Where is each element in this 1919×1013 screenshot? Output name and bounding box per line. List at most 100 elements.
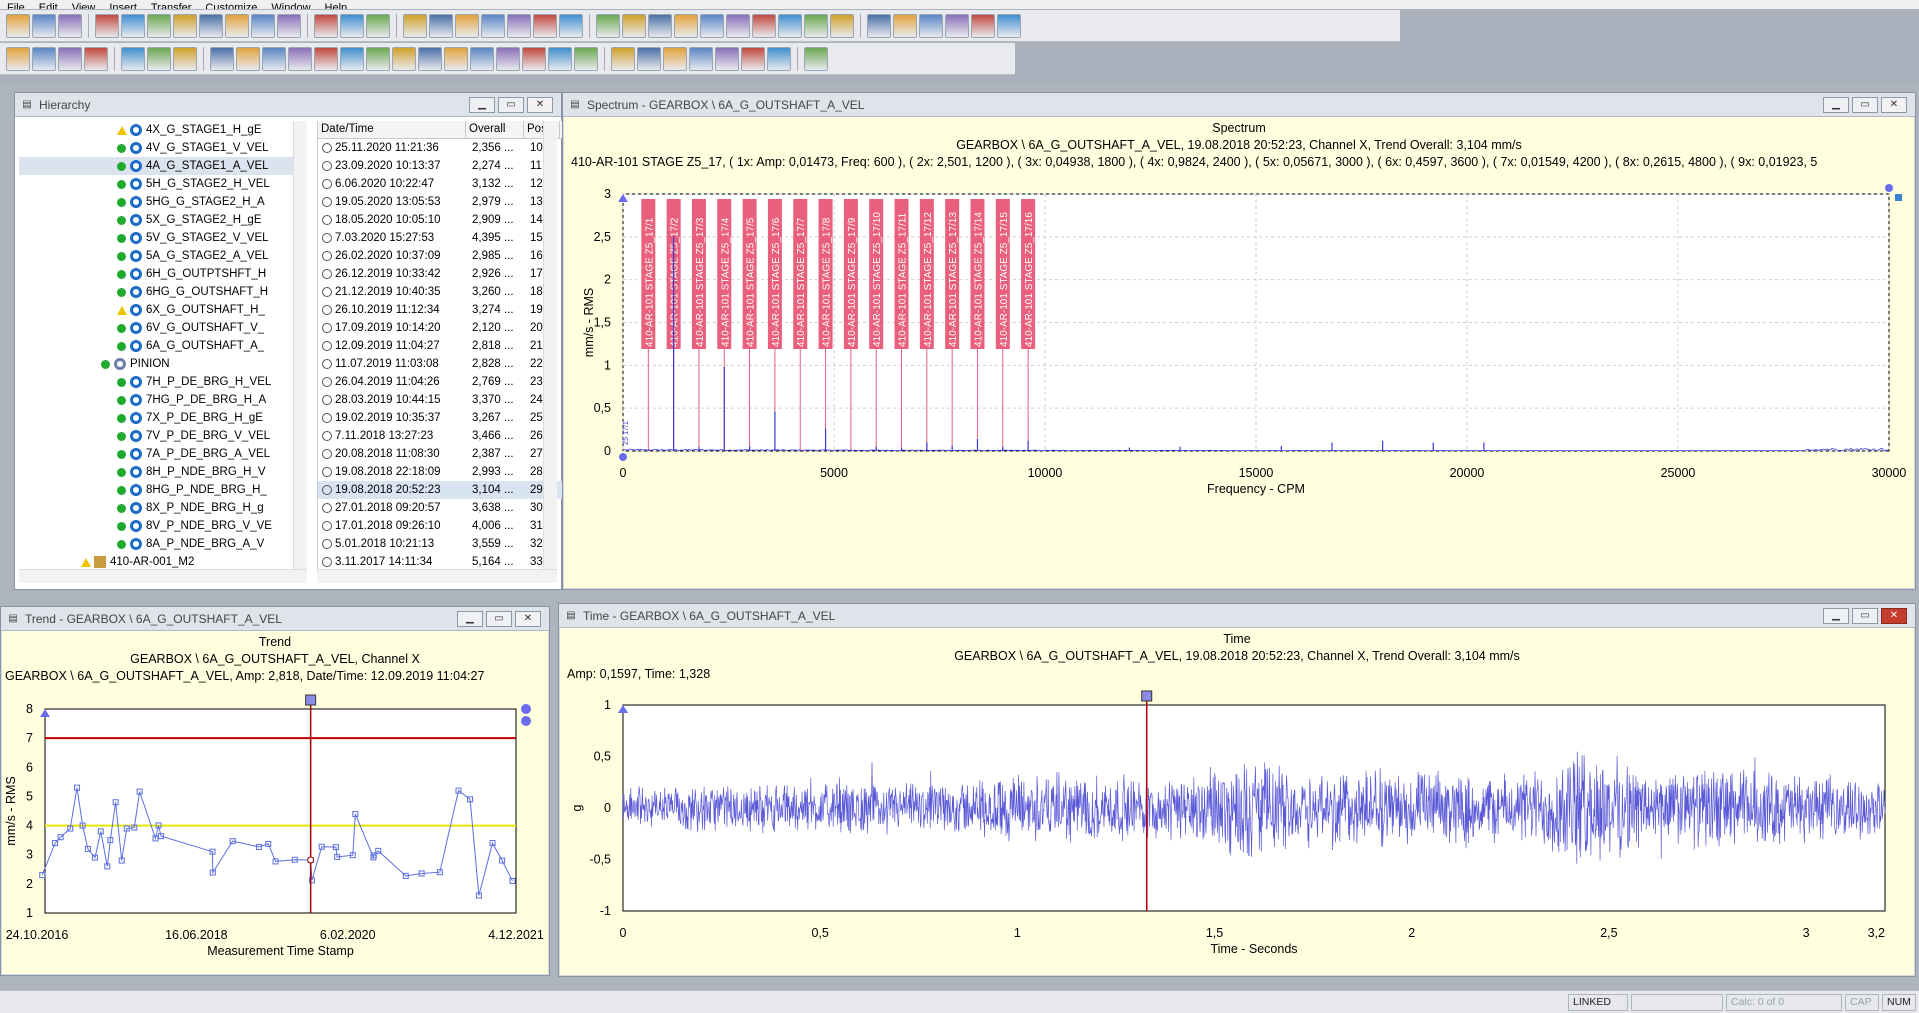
list-row[interactable]: 20.08.2018 11:08:30 2,387 ... 27 (318, 445, 575, 463)
cursor-icon[interactable] (559, 13, 583, 38)
tile-layout-icon[interactable] (6, 46, 30, 71)
tree-node[interactable]: 7H_P_DE_BRG_H_VEL (19, 373, 307, 391)
axis-icon[interactable] (752, 13, 776, 38)
edit-icon[interactable] (663, 46, 687, 71)
menu-item-view[interactable]: View (65, 3, 103, 10)
tree-vertical-scrollbar[interactable] (293, 121, 307, 569)
route-in-icon[interactable] (340, 13, 364, 38)
close-button[interactable]: ✕ (1881, 96, 1907, 113)
menu-item-help[interactable]: Help (318, 3, 355, 10)
db-view-icon[interactable] (173, 13, 197, 38)
minimize-button[interactable]: ▁ (469, 96, 495, 113)
quad-layout-icon[interactable] (58, 46, 82, 71)
timer-alt-icon[interactable] (997, 13, 1021, 38)
plot-13-icon[interactable] (522, 46, 546, 71)
tree-node[interactable]: 8HG_P_NDE_BRG_H_ (19, 481, 307, 499)
hierarchy-title-bar[interactable]: ▤ Hierarchy ▁ ▭ ✕ (15, 93, 561, 117)
tree-node[interactable]: 6A_G_OUTSHAFT_A_ (19, 337, 307, 355)
plot-3-icon[interactable] (262, 46, 286, 71)
grid-icon[interactable] (778, 13, 802, 38)
db-edit-icon[interactable] (251, 13, 275, 38)
column-header-date[interactable]: Date/Time (318, 121, 466, 138)
route-out-icon[interactable] (366, 13, 390, 38)
spectacles-icon[interactable] (58, 13, 82, 38)
report-icon[interactable] (574, 46, 598, 71)
timer-icon[interactable] (971, 13, 995, 38)
time-title-bar[interactable]: ▤ Time - GEARBOX \ 6A_G_OUTSHAFT_A_VEL ▁… (559, 604, 1915, 628)
tree-node[interactable]: 4V_G_STAGE1_V_VEL (19, 139, 307, 157)
list-row[interactable]: 27.01.2018 09:20:57 3,638 ... 30 (318, 499, 575, 517)
db-recall-icon[interactable] (199, 13, 223, 38)
route-transfer-icon[interactable] (403, 13, 427, 38)
tree-node[interactable]: 7A_P_DE_BRG_A_VEL (19, 445, 307, 463)
plot-14-icon[interactable] (548, 46, 572, 71)
label-icon[interactable] (726, 13, 750, 38)
cursor-line-icon[interactable] (867, 13, 891, 38)
close-button[interactable]: ✕ (527, 96, 553, 113)
spectrum-chart[interactable]: 0 5000 10000 15000 20000 25000 30000 0 0,5 1 1,5 2 2… (563, 169, 1915, 589)
plot-7-icon[interactable] (366, 46, 390, 71)
list-row[interactable]: 12.09.2019 11:04:27 2,818 ... 21 (318, 337, 575, 355)
minimize-button[interactable]: ▁ (1823, 96, 1849, 113)
close-button[interactable]: ✕ (1881, 607, 1907, 624)
pen-icon[interactable] (147, 46, 171, 71)
menu-item-window[interactable]: Window (264, 3, 317, 10)
list-row[interactable]: 28.03.2019 10:44:15 3,370 ... 24 (318, 391, 575, 409)
spectrum-title-bar[interactable]: ▤ Spectrum - GEARBOX \ 6A_G_OUTSHAFT_A_V… (563, 93, 1915, 117)
list-row[interactable]: 25.11.2020 11:21:36 2,356 ... 10 (318, 139, 575, 157)
list-row[interactable]: 26.12.2019 10:33:42 2,926 ... 17 (318, 265, 575, 283)
list-row[interactable]: 23.09.2020 10:13:37 2,274 ... 11 (318, 157, 575, 175)
export-icon[interactable] (611, 46, 635, 71)
tree-node[interactable]: 6X_G_OUTSHAFT_H_ (19, 301, 307, 319)
minimize-button[interactable]: ▁ (1823, 607, 1849, 624)
list-row[interactable]: 26.02.2020 10:37:09 2,985 ... 16 (318, 247, 575, 265)
plot-4-icon[interactable] (288, 46, 312, 71)
list-row[interactable]: 19.02.2019 10:35:37 3,267 ... 25 (318, 409, 575, 427)
maximize-button[interactable]: ▭ (1852, 96, 1878, 113)
filter-icon[interactable] (121, 46, 145, 71)
menu-item-customize[interactable]: Customize (198, 3, 264, 10)
database-icon[interactable] (32, 13, 56, 38)
band-icon[interactable] (700, 13, 724, 38)
db-load-icon[interactable] (95, 13, 119, 38)
db-save-icon[interactable] (121, 13, 145, 38)
list-row[interactable]: 19.08.2018 22:18:09 2,993 ... 28 (318, 463, 575, 481)
csv-icon[interactable] (429, 13, 453, 38)
list-row[interactable]: 7.03.2020 15:27:53 4,395 ... 15 (318, 229, 575, 247)
time-plot-icon[interactable] (481, 13, 505, 38)
plot-9-icon[interactable] (418, 46, 442, 71)
tree-node[interactable]: 5V_G_STAGE2_V_VEL (19, 229, 307, 247)
menu-item-transfer[interactable]: Transfer (144, 3, 199, 10)
tree-node[interactable]: 7V_P_DE_BRG_V_VEL (19, 427, 307, 445)
triangle-icon[interactable] (173, 46, 197, 71)
play-icon[interactable] (804, 46, 828, 71)
tree-node[interactable]: 7HG_P_DE_BRG_H_A (19, 391, 307, 409)
help-icon[interactable] (637, 46, 661, 71)
maximize-button[interactable]: ▭ (498, 96, 524, 113)
tree-horizontal-scrollbar[interactable] (19, 569, 307, 583)
open-folder-icon[interactable] (6, 13, 30, 38)
route-count-icon[interactable] (507, 13, 531, 38)
sideband-icon[interactable] (622, 13, 646, 38)
minimize-button[interactable]: ▁ (457, 610, 483, 627)
freq-plot-icon[interactable] (455, 13, 479, 38)
menu-item-file[interactable]: File (0, 3, 32, 10)
tree-node[interactable]: 5X_G_STAGE2_H_gE (19, 211, 307, 229)
list-row[interactable]: 19.05.2020 13:05:53 2,979 ... 13 (318, 193, 575, 211)
list-row[interactable]: 19.08.2018 20:52:23 3,104 ... 29 (318, 481, 575, 499)
tree-node[interactable]: PINION (19, 355, 307, 373)
find-icon[interactable] (689, 46, 713, 71)
plot-8-icon[interactable] (392, 46, 416, 71)
plot-10-icon[interactable] (444, 46, 468, 71)
list-row[interactable]: 7.11.2018 13:27:23 3,466 ... 26 (318, 427, 575, 445)
print-icon[interactable] (314, 13, 338, 38)
tree-node[interactable]: 8A_P_NDE_BRG_A_V (19, 535, 307, 553)
plot-6-icon[interactable] (340, 46, 364, 71)
tree-node[interactable]: 6HG_G_OUTSHAFT_H (19, 283, 307, 301)
zoom-reset-icon[interactable] (945, 13, 969, 38)
plot-1-icon[interactable] (210, 46, 234, 71)
maximize-button[interactable]: ▭ (486, 610, 512, 627)
list-row[interactable]: 5.01.2018 10:21:13 3,559 ... 32 (318, 535, 575, 553)
maximize-button[interactable]: ▭ (1852, 607, 1878, 624)
tree-node[interactable]: 6H_G_OUTPTSHFT_H (19, 265, 307, 283)
